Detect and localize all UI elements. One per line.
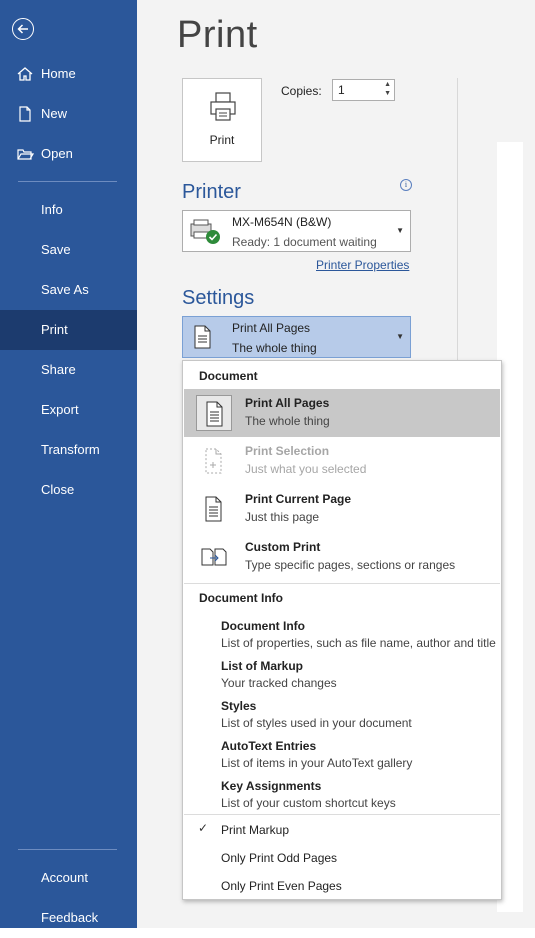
back-arrow-icon[interactable] (12, 18, 34, 40)
menu-item-print-current-page[interactable]: Print Current Page Just this page (184, 485, 500, 533)
sidebar-item-label: Export (41, 402, 79, 417)
settings-heading: Settings (182, 287, 255, 309)
sidebar-item-label: Print (41, 322, 68, 337)
menu-item-subtitle: List of your custom shortcut keys (221, 796, 396, 810)
menu-item-title: List of Markup (221, 659, 304, 673)
sidebar-item-close[interactable]: Close (0, 470, 137, 510)
selection-icon (196, 443, 232, 479)
chevron-down-icon: ▼ (396, 332, 404, 341)
sidebar-item-label: Transform (41, 442, 100, 457)
menu-item-title: Styles (221, 699, 257, 713)
chevron-down-icon: ▼ (396, 226, 404, 235)
menu-item-subtitle: List of properties, such as file name, a… (221, 636, 496, 650)
menu-item-subtitle: List of items in your AutoText gallery (221, 756, 413, 770)
menu-item-title: Print Current Page (245, 492, 352, 506)
spin-down-icon[interactable]: ▼ (384, 90, 391, 97)
home-icon (16, 65, 34, 83)
new-document-icon (16, 105, 34, 123)
menu-item-title: AutoText Entries (221, 739, 317, 753)
copies-label: Copies: (281, 84, 322, 98)
printer-status: Ready: 1 document waiting (232, 235, 377, 249)
sidebar-divider (18, 849, 117, 850)
sidebar-item-save[interactable]: Save (0, 230, 137, 270)
sidebar-item-label: New (41, 106, 68, 121)
menu-option-label: Only Print Odd Pages (221, 851, 338, 865)
sidebar-item-feedback[interactable]: Feedback (0, 898, 137, 938)
menu-option-print-markup[interactable]: ✓ Print Markup (184, 816, 500, 844)
menu-item-title: Print All Pages (245, 396, 330, 410)
print-range-subtitle: The whole thing (232, 341, 317, 355)
sidebar-item-info[interactable]: Info (0, 190, 137, 230)
menu-item-subtitle: Just what you selected (245, 462, 367, 476)
pages-icon (196, 395, 232, 431)
menu-item-title: Print Selection (245, 444, 330, 458)
custom-pages-icon (196, 539, 232, 575)
menu-item-list-of-markup[interactable]: List of Markup Your tracked changes (184, 657, 500, 697)
sidebar-item-label: Account (41, 870, 88, 885)
sidebar-item-new[interactable]: New (0, 94, 137, 134)
sidebar-item-label: Feedback (41, 910, 99, 925)
menu-section-heading: Document Info (199, 591, 283, 605)
sidebar-item-label: Close (41, 482, 75, 497)
spin-up-icon[interactable]: ▲ (384, 81, 391, 88)
menu-item-custom-print[interactable]: Custom Print Type specific pages, sectio… (184, 533, 500, 581)
page-icon (196, 491, 232, 527)
sidebar-item-share[interactable]: Share (0, 350, 137, 390)
printer-heading: Printer (182, 181, 241, 203)
print-button[interactable]: Print (182, 78, 262, 162)
page-title: Print (177, 14, 258, 56)
menu-section-heading: Document (199, 369, 258, 383)
menu-item-subtitle: The whole thing (245, 414, 330, 428)
print-range-title: Print All Pages (232, 321, 311, 335)
print-range-dropdown[interactable]: Print All Pages The whole thing ▼ (182, 316, 411, 358)
printer-name: MX-M654N (B&W) (232, 215, 332, 229)
pages-icon (192, 323, 216, 356)
copies-stepper[interactable]: 1 ▲ ▼ (332, 79, 395, 101)
sidebar-item-save-as[interactable]: Save As (0, 270, 137, 310)
sidebar-item-label: Open (41, 146, 73, 161)
sidebar-divider (18, 181, 117, 182)
printer-properties-link[interactable]: Printer Properties (316, 258, 409, 272)
sidebar-item-export[interactable]: Export (0, 390, 137, 430)
menu-option-odd-pages[interactable]: Only Print Odd Pages (184, 844, 500, 872)
sidebar-item-label: Save (41, 242, 71, 257)
menu-option-label: Only Print Even Pages (221, 879, 342, 893)
menu-item-document-info[interactable]: Document Info List of properties, such a… (184, 617, 500, 657)
checkmark-icon: ✓ (198, 821, 209, 835)
menu-option-even-pages[interactable]: Only Print Even Pages (184, 872, 500, 900)
menu-divider (184, 583, 500, 584)
menu-divider (184, 814, 500, 815)
folder-open-icon (16, 145, 35, 163)
sidebar-item-open[interactable]: Open (0, 134, 137, 174)
menu-item-subtitle: Type specific pages, sections or ranges (245, 558, 456, 572)
menu-option-label: Print Markup (221, 823, 290, 837)
menu-item-subtitle: Your tracked changes (221, 676, 337, 690)
sidebar-item-label: Home (41, 66, 76, 81)
menu-item-print-all-pages[interactable]: Print All Pages The whole thing (184, 389, 500, 437)
menu-item-print-selection: Print Selection Just what you selected (184, 437, 500, 485)
sidebar-item-label: Save As (41, 282, 89, 297)
menu-item-subtitle: Just this page (245, 510, 320, 524)
printer-ready-icon (189, 218, 223, 251)
printer-dropdown[interactable]: MX-M654N (B&W) Ready: 1 document waiting… (182, 210, 411, 252)
sidebar-item-print[interactable]: Print (0, 310, 137, 350)
copies-value: 1 (338, 83, 345, 97)
menu-item-title: Custom Print (245, 540, 321, 554)
backstage-sidebar: Home New Open Info Save Save As Print Sh… (0, 0, 137, 928)
info-icon[interactable]: i (400, 179, 412, 191)
sidebar-item-label: Info (41, 202, 63, 217)
menu-item-title: Key Assignments (221, 779, 322, 793)
menu-item-styles[interactable]: Styles List of styles used in your docum… (184, 697, 500, 737)
menu-item-title: Document Info (221, 619, 305, 633)
sidebar-item-account[interactable]: Account (0, 858, 137, 898)
sidebar-item-label: Share (41, 362, 76, 377)
menu-item-key-assignments[interactable]: Key Assignments List of your custom shor… (184, 777, 500, 817)
sidebar-item-home[interactable]: Home (0, 54, 137, 94)
menu-item-subtitle: List of styles used in your document (221, 716, 412, 730)
print-range-menu: Document Print All Pages The whole thing… (182, 360, 502, 900)
print-button-label: Print (209, 133, 235, 147)
menu-item-autotext-entries[interactable]: AutoText Entries List of items in your A… (184, 737, 500, 777)
sidebar-item-transform[interactable]: Transform (0, 430, 137, 470)
